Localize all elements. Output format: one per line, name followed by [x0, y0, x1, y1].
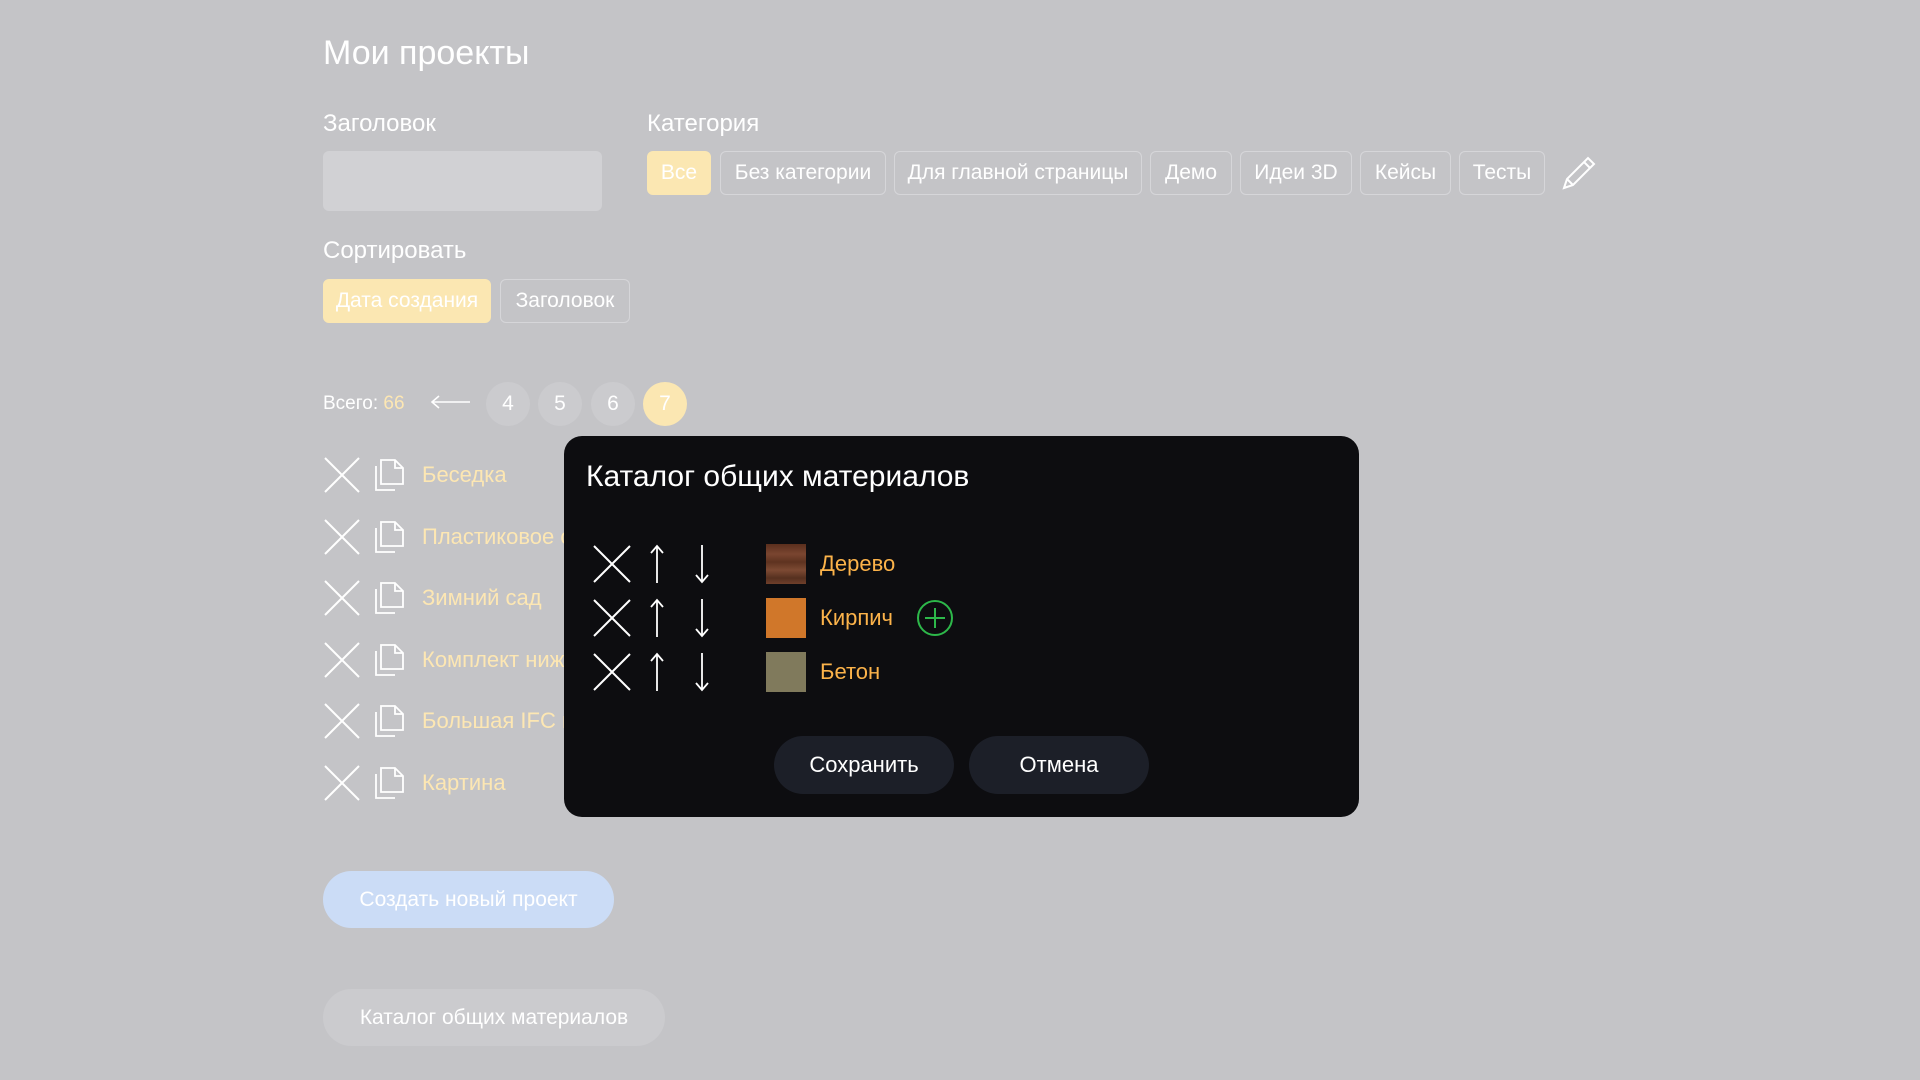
- save-button[interactable]: Сохранить: [774, 736, 954, 794]
- delete-material-icon[interactable]: [592, 652, 632, 692]
- category-chip-cases[interactable]: Кейсы: [1360, 151, 1451, 195]
- delete-project-icon[interactable]: [323, 641, 361, 679]
- page-button-7[interactable]: 7: [643, 382, 687, 426]
- materials-catalog-button[interactable]: Каталог общих материалов: [323, 989, 665, 1046]
- delete-material-icon[interactable]: [592, 598, 632, 638]
- copy-project-icon[interactable]: [369, 579, 407, 617]
- copy-project-icon[interactable]: [369, 641, 407, 679]
- category-filter-label: Категория: [647, 110, 760, 137]
- category-chip-all[interactable]: Все: [647, 151, 711, 195]
- delete-material-icon[interactable]: [592, 544, 632, 584]
- project-name[interactable]: Беседка: [422, 462, 507, 488]
- project-name[interactable]: Зимний сад: [422, 585, 542, 611]
- sort-option-title[interactable]: Заголовок: [500, 279, 630, 323]
- material-name[interactable]: Дерево: [820, 551, 895, 577]
- title-filter-label: Заголовок: [323, 110, 436, 137]
- move-up-arrow-icon[interactable]: [647, 651, 667, 693]
- material-row: Бетон: [592, 650, 992, 694]
- add-material-plus-icon[interactable]: [915, 598, 955, 638]
- project-name[interactable]: Комплект ниж: [422, 647, 564, 673]
- move-down-arrow-icon[interactable]: [692, 543, 712, 585]
- page-button-5[interactable]: 5: [538, 382, 582, 426]
- create-project-button[interactable]: Создать новый проект: [323, 871, 614, 928]
- delete-project-icon[interactable]: [323, 764, 361, 802]
- category-chip-demo[interactable]: Демо: [1150, 151, 1232, 195]
- copy-project-icon[interactable]: [369, 702, 407, 740]
- project-name[interactable]: Большая IFC м: [422, 708, 577, 734]
- material-swatch-wood[interactable]: [766, 544, 806, 584]
- delete-project-icon[interactable]: [323, 702, 361, 740]
- copy-project-icon[interactable]: [369, 518, 407, 556]
- page-button-6[interactable]: 6: [591, 382, 635, 426]
- move-down-arrow-icon[interactable]: [692, 651, 712, 693]
- copy-project-icon[interactable]: [369, 764, 407, 802]
- project-name[interactable]: Пластиковое с: [422, 524, 571, 550]
- materials-catalog-modal: Каталог общих материалов Дерево Кирпич Б…: [564, 436, 1359, 817]
- copy-project-icon[interactable]: [369, 456, 407, 494]
- category-chip-main-page[interactable]: Для главной страницы: [894, 151, 1142, 195]
- page-title: Мои проекты: [323, 34, 530, 72]
- page-button-4[interactable]: 4: [486, 382, 530, 426]
- title-filter-input[interactable]: [323, 151, 602, 211]
- move-up-arrow-icon[interactable]: [647, 597, 667, 639]
- delete-project-icon[interactable]: [323, 456, 361, 494]
- material-name[interactable]: Бетон: [820, 659, 880, 685]
- move-up-arrow-icon[interactable]: [647, 543, 667, 585]
- delete-project-icon[interactable]: [323, 518, 361, 556]
- total-count-value: 66: [383, 393, 405, 414]
- sort-option-date[interactable]: Дата создания: [323, 279, 491, 323]
- material-row: Кирпич: [592, 596, 992, 640]
- material-swatch-brick[interactable]: [766, 598, 806, 638]
- edit-categories-pencil-icon[interactable]: [1558, 152, 1600, 194]
- material-row: Дерево: [592, 542, 992, 586]
- prev-page-arrow-icon[interactable]: [430, 392, 472, 412]
- delete-project-icon[interactable]: [323, 579, 361, 617]
- total-count: Всего: 66: [323, 393, 405, 415]
- category-chip-uncategorized[interactable]: Без категории: [720, 151, 886, 195]
- cancel-button[interactable]: Отмена: [969, 736, 1149, 794]
- category-chip-tests[interactable]: Тесты: [1459, 151, 1545, 195]
- material-swatch-concrete[interactable]: [766, 652, 806, 692]
- modal-title: Каталог общих материалов: [586, 460, 970, 493]
- sort-label: Сортировать: [323, 237, 467, 264]
- project-name[interactable]: Картина: [422, 770, 506, 796]
- move-down-arrow-icon[interactable]: [692, 597, 712, 639]
- material-name[interactable]: Кирпич: [820, 605, 893, 631]
- category-chip-3d-ideas[interactable]: Идеи 3D: [1240, 151, 1352, 195]
- total-label: Всего:: [323, 393, 384, 414]
